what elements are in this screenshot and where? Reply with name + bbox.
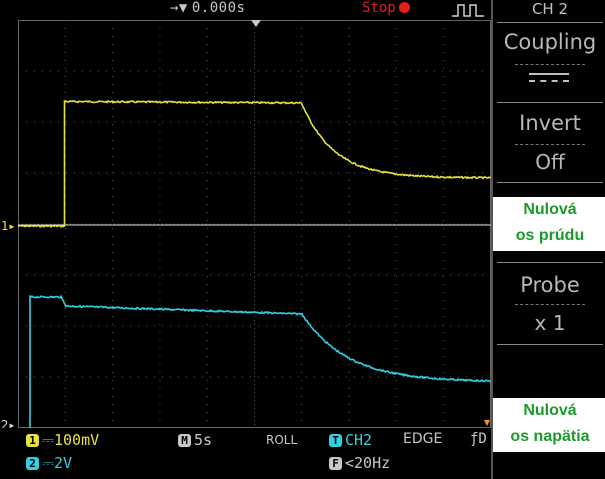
trigger-source[interactable]: T CH2 [329, 431, 372, 449]
menu-divider [497, 344, 603, 345]
waveform-display [18, 20, 491, 428]
trigger-type: EDGE [403, 431, 443, 447]
channel-menu: CH 2 Coupling Invert Off Nulová os prúdu… [491, 0, 605, 479]
filter-badge: F [329, 457, 342, 470]
annotation-line: os napätia [510, 428, 590, 445]
menu-title: CH 2 [531, 0, 569, 18]
ch1-trace [18, 99, 491, 228]
menu-divider [497, 22, 603, 23]
graticule [18, 20, 491, 428]
voltage-zero-annotation: Nulová os napätia [493, 398, 605, 452]
ch2-scale[interactable]: 2 ⎓2V [26, 454, 72, 472]
ch2-trace [29, 294, 491, 428]
coupling-label: Coupling [503, 30, 597, 54]
menu-divider [497, 262, 603, 263]
bottom-status-bar: 1 ⎓100mV 2 ⎓2V M 5s ROLL T CH2 EDGE ƒD F <20H… [0, 428, 491, 479]
menu-divider [497, 102, 603, 103]
menu-divider [497, 182, 603, 183]
acquisition-mode: ROLL [266, 433, 298, 447]
trigger-filter[interactable]: F <20Hz [329, 454, 390, 472]
trigger-badge: T [329, 434, 342, 447]
trigger-level-marker [484, 420, 490, 426]
trigger-edge-icon [452, 4, 484, 17]
horizontal-position: →▼ 0.000s [170, 0, 245, 16]
ch1-scale[interactable]: 1 ⎓100mV [26, 431, 99, 449]
time-offset: 0.000s [191, 0, 246, 16]
trigger-source-value: CH2 [345, 431, 373, 449]
ch1-ground-marker: 1▸ [1, 219, 16, 233]
dc-icon: ⎓ [42, 454, 54, 472]
ch2-badge: 2 [26, 457, 39, 470]
probe-value: x 1 [534, 311, 566, 335]
annotation-line: Nulová [523, 201, 577, 218]
timebase[interactable]: M 5s [178, 431, 212, 449]
invert-label: Invert [519, 111, 581, 135]
dc-icon: ⎓ [42, 431, 54, 449]
menu-divider [515, 304, 585, 306]
invert-value: Off [535, 150, 565, 174]
annotation-line: Nulová [523, 402, 577, 419]
ch1-scale-value: 100mV [53, 431, 100, 449]
menu-divider [515, 144, 585, 146]
trigger-position-icon [251, 20, 261, 27]
run-state-label: Stop [362, 0, 396, 16]
timebase-badge: M [178, 434, 191, 447]
horizontal-position-icon: →▼ [170, 0, 188, 16]
dc-coupling-icon [529, 73, 569, 82]
menu-divider [515, 64, 585, 66]
trigger-slope-icon: ƒD [470, 431, 487, 447]
timebase-value: 5s [194, 431, 213, 449]
filter-value: <20Hz [345, 454, 391, 472]
run-stop-status[interactable]: Stop [362, 0, 410, 16]
current-zero-annotation: Nulová os prúdu [493, 197, 605, 251]
probe-label: Probe [520, 273, 580, 297]
ch1-badge: 1 [26, 434, 39, 447]
ch2-scale-value: 2V [53, 454, 73, 472]
annotation-line: os prúdu [515, 227, 585, 244]
stop-indicator-icon [398, 2, 410, 13]
